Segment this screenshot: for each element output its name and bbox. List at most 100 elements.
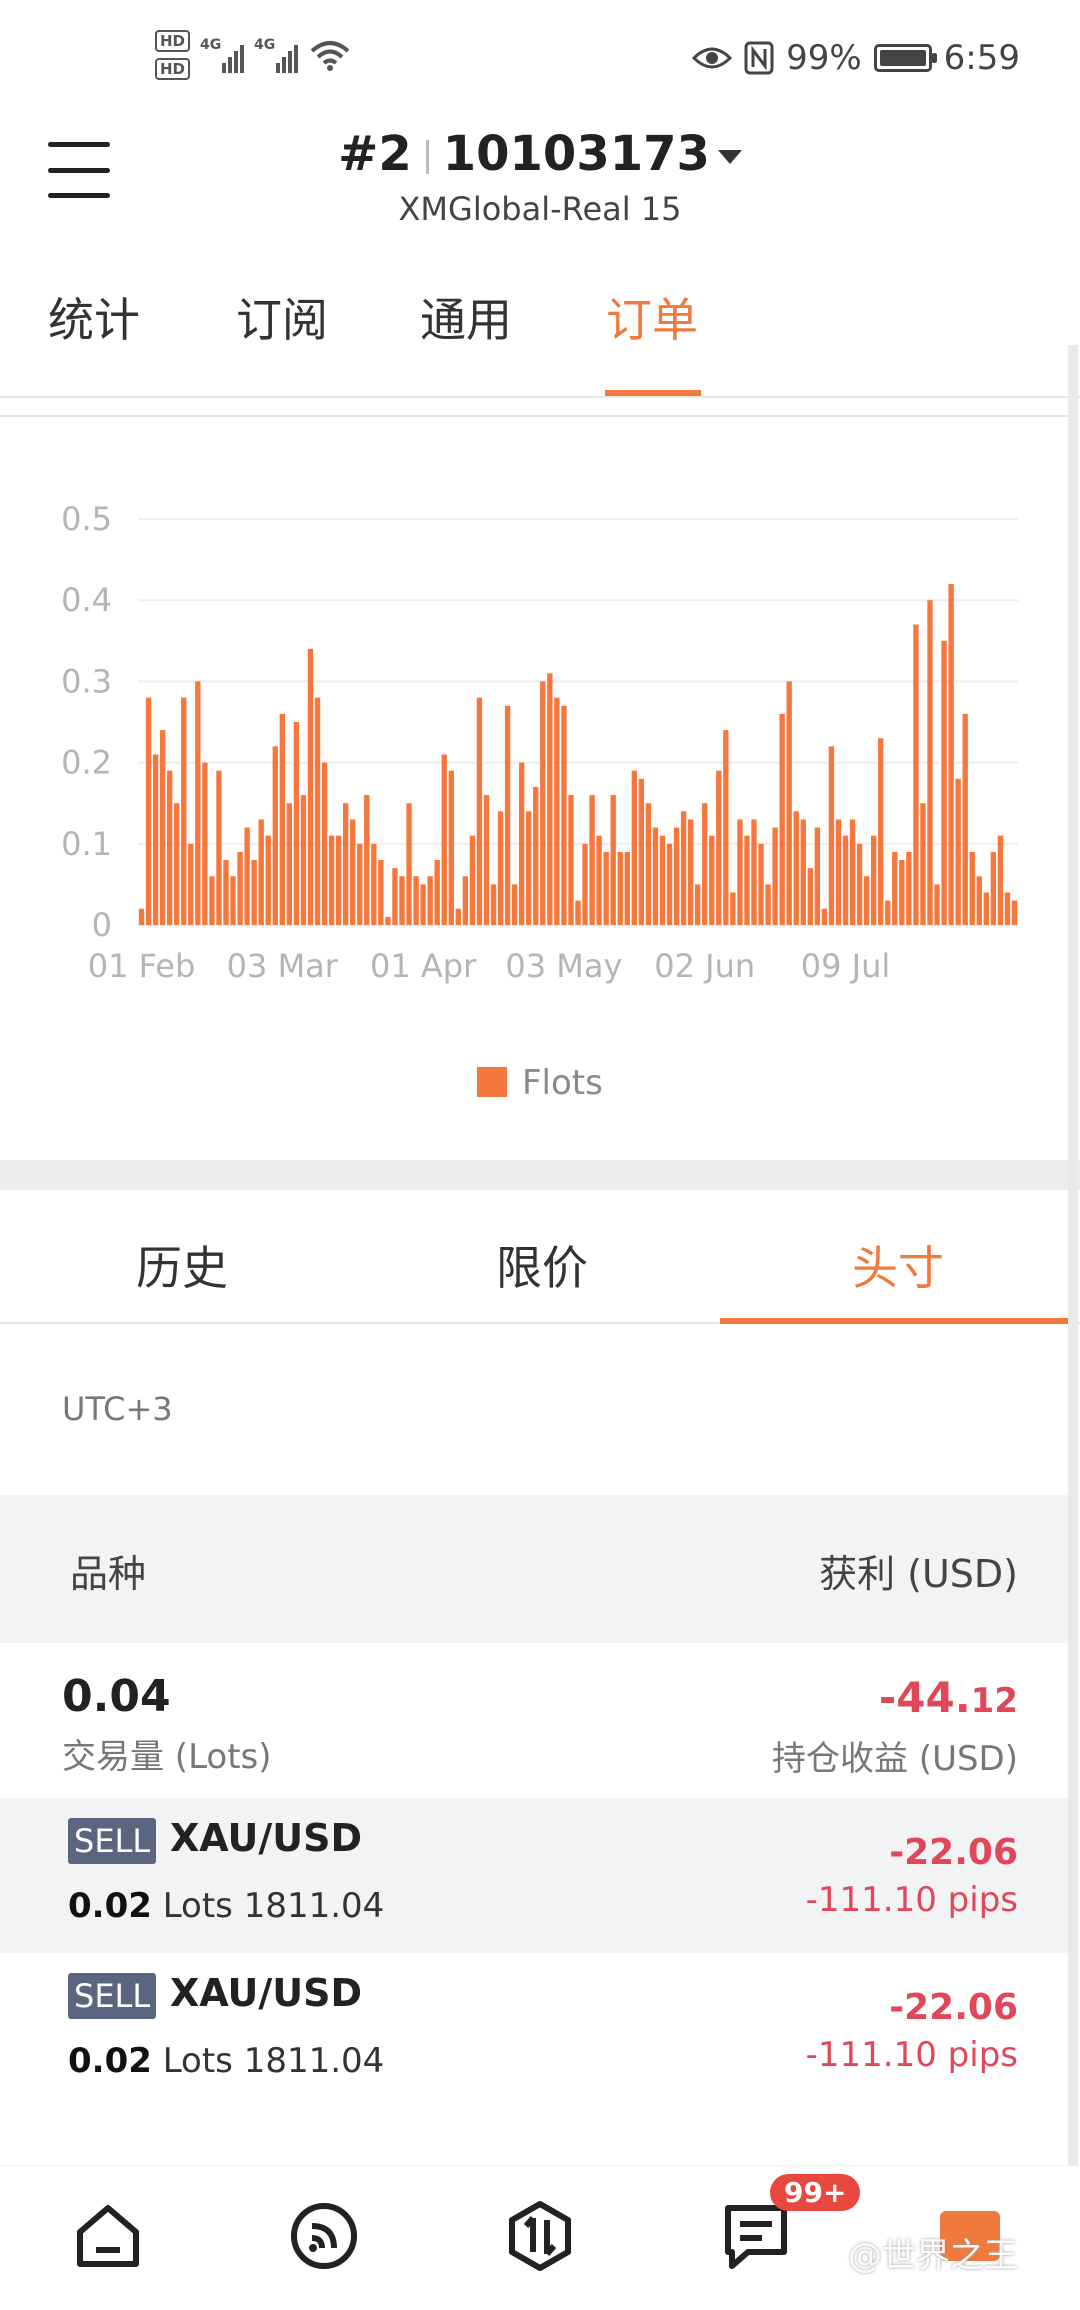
bar (687, 819, 694, 925)
bar (216, 770, 222, 925)
bar (251, 860, 257, 925)
eye-icon (692, 47, 733, 69)
trade-icon[interactable] (500, 2196, 580, 2276)
tab-positions[interactable]: 头寸 (852, 1232, 944, 1298)
bar (835, 819, 842, 925)
bar (195, 681, 201, 925)
bar (772, 827, 778, 925)
bar (793, 811, 799, 925)
bar (152, 754, 159, 925)
bar (962, 713, 968, 925)
bottom-nav: 99+ @世界之王 (0, 2165, 1080, 2310)
bar (307, 648, 314, 925)
bar (871, 835, 877, 925)
bar (174, 803, 180, 925)
tab-orders[interactable]: 订单 (606, 284, 698, 350)
bar (990, 851, 997, 925)
bar (709, 835, 715, 925)
side-badge: SELL (68, 1973, 157, 2019)
bar (934, 884, 940, 925)
legend-label: Flots (522, 1063, 603, 1103)
open-price: 1811.04 (243, 1886, 385, 1926)
bar (828, 746, 835, 925)
bar (842, 835, 849, 925)
bar (237, 851, 243, 925)
x-tick-label: 03 Mar (227, 947, 339, 985)
bar (272, 746, 278, 925)
total-volume-label: 交易量 (Lots) (62, 1737, 272, 1777)
bar (751, 819, 757, 925)
bar (1011, 900, 1018, 925)
position-row[interactable]: SELL XAU/USD 0.02 Lots 1811.04 -22.06 -1… (0, 1953, 1070, 2108)
bar (899, 860, 905, 925)
tab-stats[interactable]: 统计 (48, 284, 140, 350)
bar (814, 827, 821, 925)
bar (652, 827, 659, 925)
status-bar: HD HD 4G 4G 99% 6:59 (0, 0, 1080, 120)
tab-general[interactable]: 通用 (420, 284, 512, 350)
bar (680, 811, 687, 925)
bar (145, 697, 152, 925)
bar (603, 851, 609, 925)
bar (737, 819, 743, 925)
bar (343, 803, 349, 925)
bar (511, 884, 518, 925)
bar (321, 762, 328, 925)
bar (483, 795, 490, 925)
bar (976, 876, 982, 925)
bar (730, 892, 736, 925)
bar (906, 851, 912, 925)
bar (378, 860, 384, 925)
position-pnl: -22.06 (889, 1987, 1018, 2028)
bar (188, 843, 194, 925)
bar (645, 803, 652, 925)
feed-icon[interactable] (284, 2196, 364, 2276)
bar (490, 884, 497, 925)
tab-pending[interactable]: 限价 (496, 1232, 588, 1298)
positions-summary: 0.04 交易量 (Lots) -44.12 持仓收益 (USD) (0, 1643, 1070, 1798)
side-badge: SELL (68, 1818, 157, 1864)
bar (399, 876, 405, 925)
status-left: HD HD 4G 4G (155, 30, 352, 80)
bar (702, 803, 708, 925)
signal-icon-1: 4G (200, 37, 245, 73)
position-row[interactable]: SELL XAU/USD 0.02 Lots 1811.04 -22.06 -1… (0, 1798, 1070, 1953)
bar (448, 770, 454, 925)
home-icon[interactable] (68, 2196, 148, 2276)
bar (807, 868, 813, 925)
bar (385, 916, 391, 925)
tab-subscribe[interactable]: 订阅 (236, 284, 328, 350)
bar (863, 876, 870, 925)
bar (476, 697, 483, 925)
lots-value: 0.02 (68, 1886, 152, 1926)
section-divider (0, 1160, 1080, 1190)
bar (659, 835, 666, 925)
bar (849, 819, 856, 925)
tab-history[interactable]: 历史 (136, 1232, 228, 1298)
bar (519, 762, 525, 925)
bar (913, 624, 919, 925)
bar (462, 876, 469, 925)
x-tick-label: 03 May (505, 947, 622, 985)
bar (392, 868, 398, 925)
column-profit: 获利 (USD) (819, 1552, 1018, 1596)
hd-icon-1: HD (155, 30, 191, 52)
x-tick-label: 01 Apr (370, 947, 477, 985)
account-number: 10103173 (442, 126, 710, 182)
bar (244, 827, 250, 925)
volume-chart-card: 0 0.1 0.2 0.3 0.4 0.5 01 Feb 03 Mar 01 Apr 03 May… (0, 415, 1070, 1155)
position-symbol: XAU/USD (170, 1816, 363, 1860)
bar (497, 811, 504, 925)
bar (335, 835, 342, 925)
bar (927, 600, 933, 925)
legend-swatch (477, 1067, 507, 1097)
bar (878, 738, 884, 925)
bar (293, 722, 300, 925)
scrollbar[interactable] (1068, 345, 1078, 2165)
bar (744, 835, 750, 925)
status-right: 99% 6:59 (692, 38, 1020, 78)
lots-unit: Lots (162, 2041, 233, 2081)
bar (997, 835, 1004, 925)
account-selector[interactable]: #2 10103173 (0, 126, 1080, 182)
bar (209, 876, 215, 925)
